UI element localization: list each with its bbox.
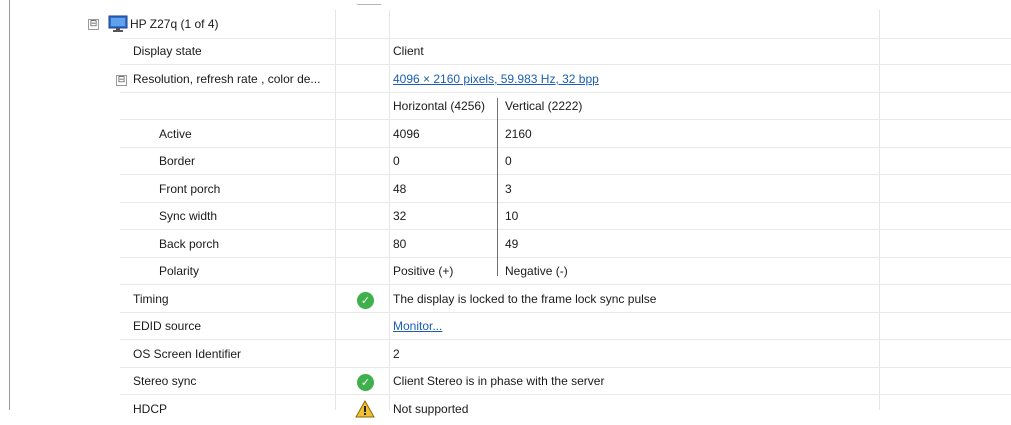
warning-icon	[355, 400, 375, 418]
collapse-device-button[interactable]: ⊟	[88, 19, 99, 30]
back-porch-horizontal: 80	[393, 237, 407, 251]
active-vertical: 2160	[505, 127, 532, 141]
stereo-sync-row[interactable]: Stereo sync ✓ Client Stereo is in phase …	[0, 368, 1011, 395]
polarity-row[interactable]: Polarity Positive (+) Negative (-)	[0, 258, 1011, 285]
stereo-sync-label: Stereo sync	[133, 374, 197, 388]
front-porch-horizontal: 48	[393, 182, 407, 196]
os-screen-identifier-value: 2	[393, 347, 400, 361]
ok-icon: ✓	[357, 292, 374, 309]
border-row[interactable]: Border 0 0	[0, 148, 1011, 175]
horizontal-column-header: Horizontal (4256)	[393, 99, 486, 113]
timing-value: The display is locked to the frame lock …	[393, 292, 657, 306]
polarity-label: Polarity	[159, 264, 200, 278]
collapse-resolution-button[interactable]: ⊟	[116, 75, 127, 86]
display-state-label: Display state	[133, 44, 202, 58]
os-screen-identifier-row[interactable]: OS Screen Identifier 2	[0, 341, 1011, 368]
resolution-label: Resolution, refresh rate , color de...	[133, 72, 321, 86]
front-porch-row[interactable]: Front porch 48 3	[0, 176, 1011, 203]
os-screen-identifier-label: OS Screen Identifier	[133, 347, 242, 361]
display-state-value: Client	[393, 44, 424, 58]
timing-row[interactable]: Timing ✓ The display is locked to the fr…	[0, 286, 1011, 313]
ok-icon: ✓	[357, 374, 374, 391]
hdcp-value: Not supported	[393, 402, 469, 416]
horizontal-vertical-separator	[497, 98, 498, 276]
vertical-column-header: Vertical (2222)	[505, 99, 583, 113]
front-porch-vertical: 3	[505, 182, 512, 196]
edid-source-row[interactable]: EDID source Monitor...	[0, 313, 1011, 340]
edid-source-link[interactable]: Monitor...	[393, 313, 442, 340]
column-resize-marker	[357, 4, 381, 5]
hdcp-row[interactable]: HDCP Not supported	[0, 396, 1011, 423]
polarity-horizontal: Positive (+)	[393, 264, 454, 278]
front-porch-label: Front porch	[159, 182, 221, 196]
active-row[interactable]: Active 4096 2160	[0, 121, 1011, 148]
display-state-row[interactable]: Display state Client	[0, 38, 1011, 65]
sync-width-row[interactable]: Sync width 32 10	[0, 203, 1011, 230]
resolution-row[interactable]: ⊟ Resolution, refresh rate , color de...…	[0, 66, 1011, 93]
sync-width-horizontal: 32	[393, 209, 407, 223]
hdcp-label: HDCP	[133, 402, 168, 416]
active-horizontal: 4096	[393, 127, 420, 141]
border-vertical: 0	[505, 154, 512, 168]
active-label: Active	[159, 127, 192, 141]
border-horizontal: 0	[393, 154, 400, 168]
border-label: Border	[159, 154, 196, 168]
edid-source-label: EDID source	[133, 319, 202, 333]
device-title: HP Z27q (1 of 4)	[130, 17, 219, 31]
back-porch-row[interactable]: Back porch 80 49	[0, 231, 1011, 258]
device-row[interactable]: ⊟ HP Z27q (1 of 4)	[0, 10, 1011, 39]
back-porch-vertical: 49	[505, 237, 519, 251]
monitor-icon	[108, 15, 128, 32]
polarity-vertical: Negative (-)	[505, 264, 568, 278]
resolution-link[interactable]: 4096 × 2160 pixels, 59.983 Hz, 32 bpp	[393, 66, 599, 93]
stereo-sync-value: Client Stereo is in phase with the serve…	[393, 374, 605, 388]
timing-label: Timing	[133, 292, 169, 306]
sync-width-label: Sync width	[159, 209, 218, 223]
sync-width-vertical: 10	[505, 209, 519, 223]
timing-header-row: Horizontal (4256) Vertical (2222)	[0, 93, 1011, 120]
back-porch-label: Back porch	[159, 237, 220, 251]
